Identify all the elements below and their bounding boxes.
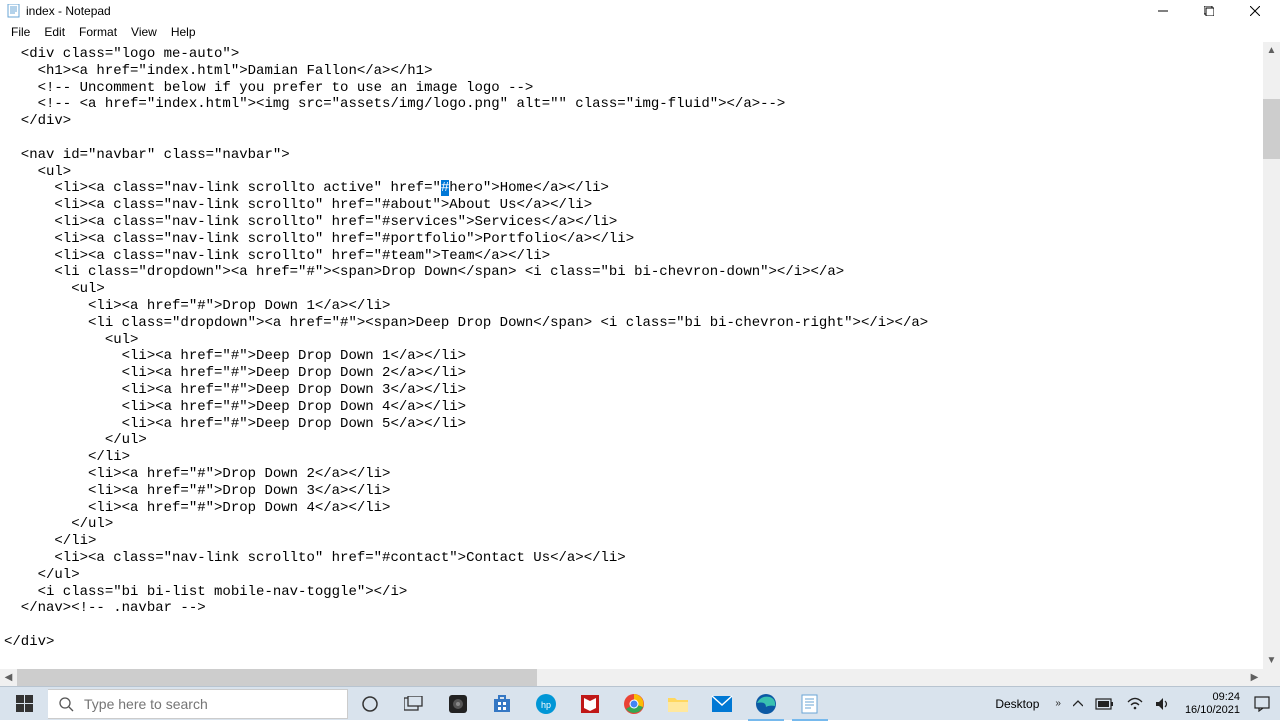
scroll-left-arrow-icon[interactable]: ◀ — [0, 669, 17, 686]
search-icon — [58, 696, 74, 712]
desktop-toolbar-expand-icon[interactable]: » — [1049, 687, 1067, 720]
system-tray: Desktop » 09:24 16/10/2021 — [985, 687, 1280, 720]
scroll-up-arrow-icon[interactable]: ▲ — [1263, 42, 1280, 59]
text-editor[interactable]: <div class="logo me-auto"> <h1><a href="… — [0, 42, 1263, 669]
editor-container: <div class="logo me-auto"> <h1><a href="… — [0, 42, 1280, 686]
app-hp-icon[interactable]: hp — [524, 687, 568, 721]
editor-text-before-selection: <div class="logo me-auto"> <h1><a href="… — [4, 46, 785, 196]
minimize-button[interactable] — [1140, 0, 1186, 22]
window-title: index - Notepad — [26, 4, 111, 18]
app-camera-icon[interactable] — [436, 687, 480, 721]
titlebar: index - Notepad — [0, 0, 1280, 22]
menu-edit[interactable]: Edit — [37, 24, 72, 40]
notifications-icon[interactable] — [1248, 687, 1276, 720]
desktop-toolbar-label[interactable]: Desktop — [985, 697, 1049, 711]
taskbar-date: 16/10/2021 — [1185, 704, 1240, 717]
start-button[interactable] — [0, 687, 48, 721]
vertical-scroll-track[interactable] — [1263, 59, 1280, 652]
app-notepad-icon[interactable] — [788, 687, 832, 721]
volume-icon[interactable] — [1149, 687, 1177, 720]
notepad-icon — [6, 3, 22, 19]
scrollbar-corner — [1263, 669, 1280, 686]
editor-text-after-selection: hero">Home</a></li> <li><a class="nav-li… — [4, 180, 928, 650]
close-button[interactable] — [1232, 0, 1278, 22]
svg-text:hp: hp — [541, 700, 551, 710]
taskbar-search[interactable] — [48, 689, 348, 719]
vertical-scrollbar[interactable]: ▲ ▼ — [1263, 42, 1280, 669]
menu-help[interactable]: Help — [164, 24, 203, 40]
cortana-icon[interactable] — [348, 687, 392, 721]
horizontal-scroll-thumb[interactable] — [17, 669, 537, 686]
horizontal-scrollbar[interactable]: ◀ ▶ — [0, 669, 1263, 686]
menubar: File Edit Format View Help — [0, 22, 1280, 42]
app-mcafee-icon[interactable] — [568, 687, 612, 721]
scroll-down-arrow-icon[interactable]: ▼ — [1263, 652, 1280, 669]
battery-icon[interactable] — [1089, 687, 1121, 720]
app-store-icon[interactable] — [480, 687, 524, 721]
app-chrome-icon[interactable] — [612, 687, 656, 721]
scroll-right-arrow-icon[interactable]: ▶ — [1246, 669, 1263, 686]
menu-view[interactable]: View — [124, 24, 164, 40]
task-view-icon[interactable] — [392, 687, 436, 721]
vertical-scroll-thumb[interactable] — [1263, 99, 1280, 159]
search-input[interactable] — [84, 696, 337, 712]
menu-file[interactable]: File — [4, 24, 37, 40]
taskbar-time: 09:24 — [1185, 691, 1240, 704]
app-edge-icon[interactable] — [744, 687, 788, 721]
wifi-icon[interactable] — [1121, 687, 1149, 720]
menu-format[interactable]: Format — [72, 24, 124, 40]
maximize-button[interactable] — [1186, 0, 1232, 22]
app-explorer-icon[interactable] — [656, 687, 700, 721]
task-icons: hp — [348, 687, 832, 720]
horizontal-scroll-track[interactable] — [17, 669, 1246, 686]
taskbar-clock[interactable]: 09:24 16/10/2021 — [1177, 691, 1248, 717]
app-mail-icon[interactable] — [700, 687, 744, 721]
taskbar: hp Desktop » 09:24 16/10/2021 — [0, 686, 1280, 720]
tray-overflow-icon[interactable] — [1067, 687, 1089, 720]
